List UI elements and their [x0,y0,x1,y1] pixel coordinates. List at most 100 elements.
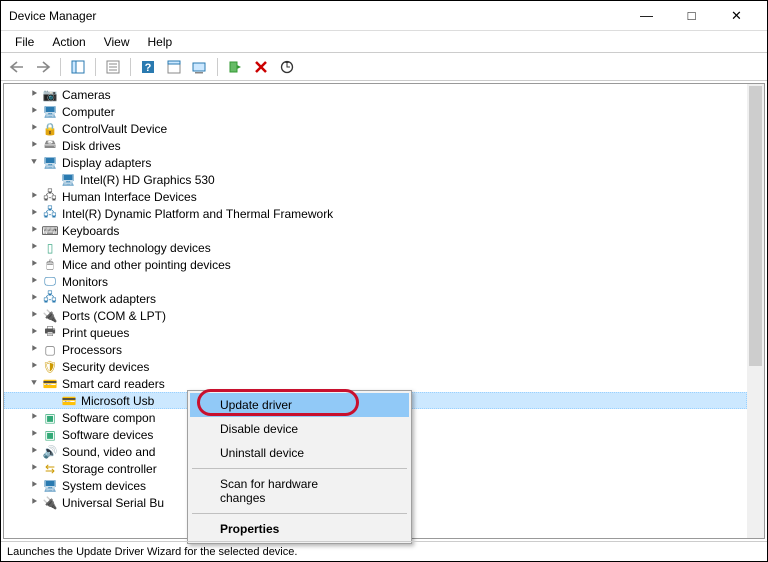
separator [217,58,218,76]
tree-row[interactable]: ⯈🔒ControlVault Device [4,120,747,137]
tree-row-label: Computer [62,105,115,119]
tree-row[interactable]: ⯈📷Cameras [4,86,747,103]
tree-row[interactable]: ⯈🖶Print queues [4,324,747,341]
tree-row[interactable]: ⯈▯ Memory technology devices [4,239,747,256]
tree-row-label: Monitors [62,275,108,289]
tree-row-label: Universal Serial Bu [62,496,164,510]
device-icon: 🖱 [42,257,58,273]
chevron-right-icon[interactable]: ⯈ [26,325,42,341]
device-icon: 🖥 [42,478,58,494]
chevron-right-icon[interactable]: ⯈ [26,240,42,256]
show-hidden-button[interactable] [66,56,90,78]
tree-row[interactable]: ⯈🖧Human Interface Devices [4,188,747,205]
tree-row-label: Human Interface Devices [62,190,197,204]
device-icon: 🛡 [42,359,58,375]
device-icon: 💳 [61,393,77,409]
menu-help[interactable]: Help [140,33,181,51]
chevron-right-icon[interactable]: ⯈ [26,359,42,375]
scan-button[interactable] [275,56,299,78]
uninstall-button[interactable] [249,56,273,78]
tree-row[interactable]: 🖥 Intel(R) HD Graphics 530 [4,171,747,188]
tree-row[interactable]: ⯈🖧 Intel(R) Dynamic Platform and Thermal … [4,205,747,222]
chevron-right-icon[interactable]: ⯈ [26,104,42,120]
tree-row-label: Sound, video and [62,445,155,459]
chevron-right-icon[interactable]: ⯈ [26,342,42,358]
tree-row-label: Print queues [62,326,129,340]
menu-file[interactable]: File [7,33,42,51]
properties-button[interactable] [101,56,125,78]
device-icon: ▯ [42,240,58,256]
chevron-right-icon[interactable]: ⯈ [26,308,42,324]
enable-button[interactable] [223,56,247,78]
device-icon: ▣ [42,410,58,426]
chevron-right-icon[interactable]: ⯈ [26,410,42,426]
chevron-right-icon[interactable]: ⯈ [26,461,42,477]
scrollbar-vertical[interactable] [747,84,764,538]
action-button[interactable] [162,56,186,78]
chevron-right-icon[interactable]: ⯈ [26,274,42,290]
tree-row[interactable]: ⯈🖵Monitors [4,273,747,290]
tree-row[interactable]: ⯈🔌Ports (COM & LPT) [4,307,747,324]
chevron-right-icon[interactable]: ⯈ [26,206,42,222]
chevron-right-icon[interactable]: ⯈ [26,444,42,460]
context-menu-item[interactable]: Properties [190,517,409,541]
device-icon: ⇆ [42,461,58,477]
tree-row[interactable]: ⯈🖴Disk drives [4,137,747,154]
tree-row-label: Security devices [62,360,149,374]
device-icon: 🖥 [42,155,58,171]
chevron-right-icon[interactable]: ⯈ [26,138,42,154]
tree-row[interactable]: ⯈🖥 Computer [4,103,747,120]
minimize-button[interactable]: — [624,2,669,30]
tree-row[interactable]: ⯈🖱 Mice and other pointing devices [4,256,747,273]
chevron-right-icon[interactable]: ⯈ [26,478,42,494]
menu-action[interactable]: Action [44,33,93,51]
chevron-right-icon[interactable]: ⯈ [26,427,42,443]
tree-row-label: Memory technology devices [62,241,211,255]
tree-row-label: ControlVault Device [62,122,167,136]
device-icon: 🖥 [42,104,58,120]
device-icon: ▢ [42,342,58,358]
back-button[interactable] [5,56,29,78]
tree-row-label: Network adapters [62,292,156,306]
chevron-right-icon[interactable]: ⯈ [26,121,42,137]
update-driver-button[interactable] [188,56,212,78]
tree-row-label: Intel(R) Dynamic Platform and Thermal Fr… [62,207,333,221]
maximize-button[interactable]: □ [669,2,714,30]
chevron-right-icon[interactable]: ⯈ [26,291,42,307]
chevron-down-icon[interactable]: ⯆ [26,376,42,392]
tree-row-label: Mice and other pointing devices [62,258,231,272]
chevron-right-icon[interactable]: ⯈ [26,87,42,103]
tree-row[interactable]: ⯈⌨Keyboards [4,222,747,239]
tree-row[interactable]: ⯈🖧Network adapters [4,290,747,307]
titlebar: Device Manager — □ ✕ [1,1,767,31]
context-menu-item[interactable]: Update driver [190,393,409,417]
chevron-right-icon[interactable]: ⯈ [26,223,42,239]
svg-text:?: ? [145,62,152,74]
menu-view[interactable]: View [96,33,138,51]
tree-row[interactable]: ⯈▢Processors [4,341,747,358]
tree-row-label: Microsoft Usb [81,394,154,408]
device-icon: 🖥 [60,172,76,188]
context-menu-item[interactable]: Uninstall device [190,441,409,465]
chevron-down-icon[interactable]: ⯆ [26,155,42,171]
tree-row-label: Keyboards [62,224,119,238]
tree-row-label: Intel(R) HD Graphics 530 [80,173,215,187]
context-menu-item[interactable]: Disable device [190,417,409,441]
window-title: Device Manager [9,9,624,23]
statusbar: Launches the Update Driver Wizard for th… [1,541,767,561]
device-icon: 🖧 [42,206,58,222]
chevron-right-icon[interactable]: ⯈ [26,495,42,511]
separator [130,58,131,76]
context-menu-item[interactable]: Scan for hardware changes [190,472,409,510]
tree-row-label: Software compon [62,411,155,425]
close-button[interactable]: ✕ [714,2,759,30]
tree-row[interactable]: ⯆🖥Display adapters [4,154,747,171]
forward-button[interactable] [31,56,55,78]
help-button[interactable]: ? [136,56,160,78]
tree-row-label: Software devices [62,428,153,442]
chevron-right-icon[interactable]: ⯈ [26,189,42,205]
chevron-right-icon[interactable]: ⯈ [26,257,42,273]
tree-row[interactable]: ⯈🛡 Security devices [4,358,747,375]
tree-row-label: Storage controller [62,462,157,476]
scrollbar-thumb[interactable] [749,86,762,366]
